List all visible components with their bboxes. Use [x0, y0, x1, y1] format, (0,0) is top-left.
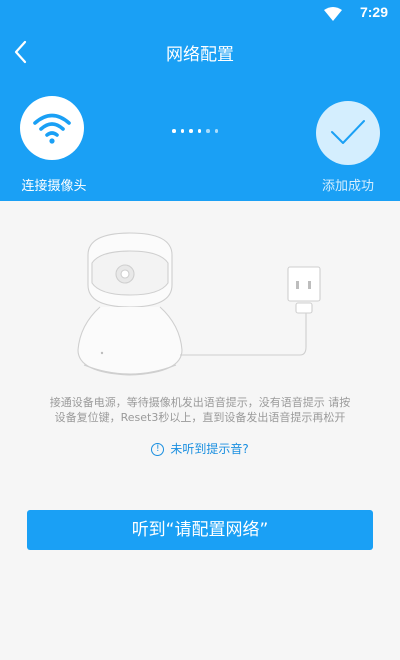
instruction-line-2: 设备复位键，Reset3秒以上，直到设备发出语音提示再松开: [54, 411, 346, 424]
instruction-line-1: 接通设备电源，等待摄像机发出语音提示，没有语音提示 请按: [49, 396, 351, 409]
checkmark-icon: [331, 120, 365, 144]
header-bar: 7:29 网络配置 连接摄像头 添加成功: [0, 0, 400, 201]
status-time: 7:29: [359, 4, 388, 20]
instruction-text: 接通设备电源，等待摄像机发出语音提示，没有语音提示 请按 设备复位键，Reset…: [40, 395, 360, 425]
step-label-connect: 连接摄像头: [21, 179, 87, 194]
step-connect-camera: [20, 96, 84, 160]
progress-dots: [172, 129, 218, 133]
step-label-success: 添加成功: [321, 179, 374, 194]
progress-dot: [214, 129, 218, 133]
no-prompt-sound-link[interactable]: ! 未听到提示音?: [0, 440, 400, 457]
progress-dot: [197, 129, 201, 133]
heard-prompt-button[interactable]: 听到“请配置网络”: [27, 510, 373, 550]
progress-dot: [206, 129, 210, 133]
wifi-status-icon: [324, 6, 342, 25]
page-title: 网络配置: [166, 45, 234, 65]
camera-plug-illustration: [77, 232, 321, 376]
progress-dot: [172, 129, 176, 133]
progress-dot: [189, 129, 193, 133]
no-prompt-sound-label: 未听到提示音?: [170, 442, 249, 456]
step-add-success: [316, 101, 380, 165]
wifi-icon: [33, 113, 71, 144]
progress-dot: [180, 129, 184, 133]
info-icon: !: [151, 443, 165, 456]
